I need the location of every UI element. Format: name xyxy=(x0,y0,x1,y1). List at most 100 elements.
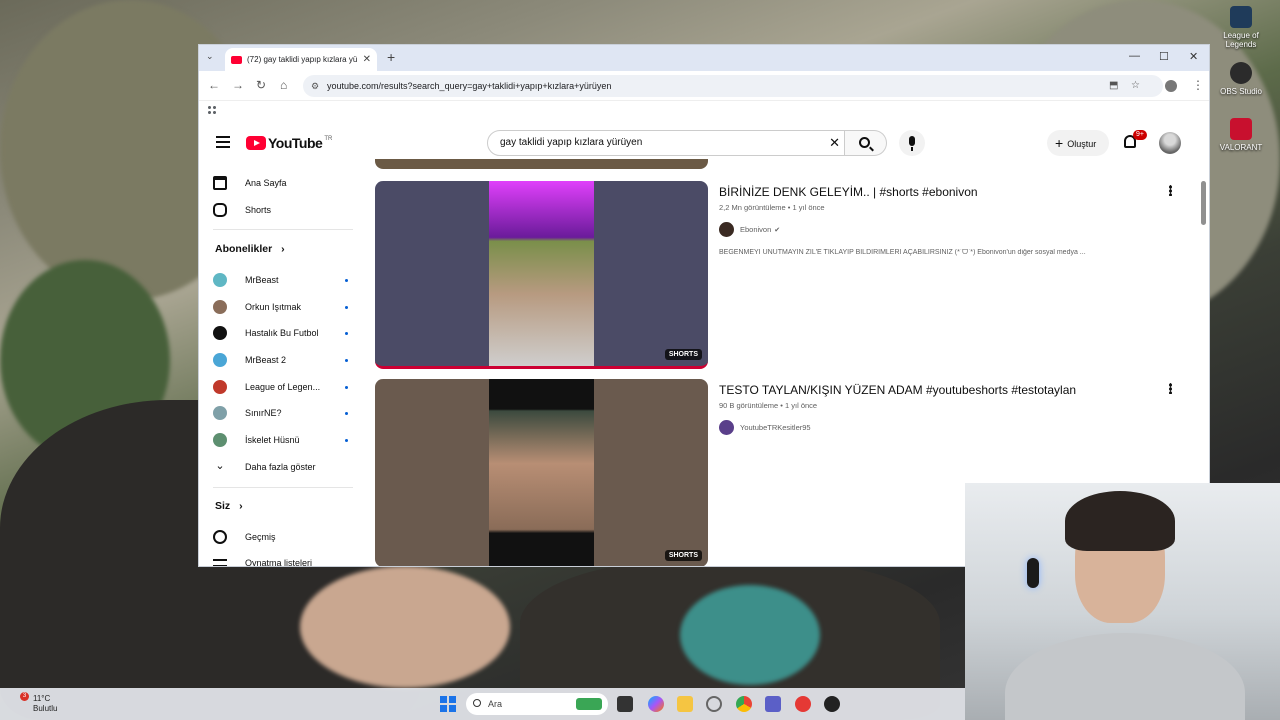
windows-taskbar: 3 11°C Bulutlu Ara xyxy=(0,688,965,720)
home-button[interactable]: ⌂ xyxy=(280,78,287,92)
desktop-icon-obs-studio[interactable]: OBS Studio xyxy=(1218,62,1264,96)
channel-link[interactable]: YoutubeTRKesitler95 xyxy=(719,420,811,435)
video-title[interactable]: BİRİNİZE DENK GELEYİM.. | #shorts #eboni… xyxy=(719,185,978,199)
youtube-favicon-icon xyxy=(231,55,242,64)
start-button-windows-icon[interactable] xyxy=(440,696,456,712)
desktop-icon-league-of-legends[interactable]: League of Legends xyxy=(1218,6,1264,49)
file-explorer-icon[interactable] xyxy=(677,696,693,712)
sidebar-item-label: İskelet Hüsnü xyxy=(245,435,300,445)
obs-taskbar-icon[interactable] xyxy=(824,696,840,712)
you-heading[interactable]: Siz › xyxy=(215,500,243,512)
chrome-icon[interactable] xyxy=(736,696,752,712)
sidebar-subscription-sinirne[interactable]: SınırNE? xyxy=(213,403,348,423)
search-highlight-icon xyxy=(576,698,602,710)
sidebar-item-label: Shorts xyxy=(245,205,272,215)
sidebar-item-history[interactable]: Geçmiş xyxy=(213,527,348,547)
close-tab-icon[interactable]: ✕ xyxy=(363,54,371,65)
webcam-person-shirt xyxy=(1005,633,1245,720)
channel-link[interactable]: Ebonivon ✔ xyxy=(719,222,780,237)
loading-app-icon[interactable] xyxy=(706,696,722,712)
voice-search-mic-icon[interactable] xyxy=(899,130,925,156)
apps-grid-icon[interactable] xyxy=(207,105,217,115)
video-description: BEĞENMEYİ UNUTMAYIN ZİL'E TIKLAYIP BİLDİ… xyxy=(719,249,1086,256)
search-input[interactable]: gay taklidi yapıp kızlara yürüyen ✕ xyxy=(487,130,845,156)
forward-button[interactable]: → xyxy=(232,78,244,92)
site-info-icon[interactable]: ⚙ xyxy=(311,75,319,97)
webcam-overlay xyxy=(965,483,1280,720)
headset-icon xyxy=(1027,558,1039,588)
tab-search-chevron-icon[interactable]: ⌄ xyxy=(206,51,214,62)
thumbnail-image xyxy=(489,181,594,366)
chevron-down-icon: ⌄ xyxy=(215,460,225,472)
desktop-icon-valorant[interactable]: VALORANT xyxy=(1218,118,1264,152)
sidebar-subscription-hastalik[interactable]: Hastalık Bu Futbol xyxy=(213,323,348,343)
shorts-badge: SHORTS xyxy=(664,349,702,360)
search-button[interactable] xyxy=(845,130,887,156)
sidebar-subscription-mrbeast2[interactable]: MrBeast 2 xyxy=(213,350,348,370)
channel-name: Ebonivon xyxy=(740,225,772,234)
menu-icon[interactable] xyxy=(216,136,230,148)
desktop-icon-label: VALORANT xyxy=(1219,143,1263,152)
sidebar-subscription-mrbeast[interactable]: MrBeast xyxy=(213,270,348,290)
clear-search-icon[interactable]: ✕ xyxy=(829,131,840,155)
search-icon xyxy=(473,699,481,707)
youtube-play-icon xyxy=(246,136,266,150)
close-window-button[interactable]: ✕ xyxy=(1189,50,1198,63)
video-meta: 90 B görüntüleme • 1 yıl önce xyxy=(719,401,818,410)
sidebar-item-playlists[interactable]: Oynatma listeleri xyxy=(213,553,348,566)
app-icon-red[interactable] xyxy=(795,696,811,712)
maximize-button[interactable]: ☐ xyxy=(1159,50,1169,63)
channel-avatar xyxy=(213,326,227,340)
browser-tab-youtube[interactable]: (72) gay taklidi yapıp kızlara yü ✕ xyxy=(225,48,377,71)
video-thumbnail[interactable]: SHORTS xyxy=(375,379,708,566)
copilot-icon[interactable] xyxy=(648,696,664,712)
channel-avatar xyxy=(213,300,227,314)
bookmark-star-icon[interactable]: ☆ xyxy=(1131,75,1140,97)
task-view-icon[interactable] xyxy=(617,696,633,712)
sidebar-subscription-orkun[interactable]: Orkun Işıtmak xyxy=(213,297,348,317)
valorant-icon xyxy=(1230,118,1252,140)
address-url: youtube.com/results?search_query=gay+tak… xyxy=(327,81,612,91)
video-meta: 2,2 Mn görüntüleme • 1 yıl önce xyxy=(719,203,825,212)
tab-title: (72) gay taklidi yapıp kızlara yü xyxy=(247,55,358,64)
new-tab-button[interactable]: + xyxy=(387,49,395,65)
sidebar-show-more[interactable]: ⌄ Daha fazla göster xyxy=(213,457,348,477)
profile-avatar[interactable] xyxy=(1165,80,1177,92)
sidebar-item-home[interactable]: Ana Sayfa xyxy=(213,173,348,193)
back-button[interactable]: ← xyxy=(208,78,220,92)
channel-avatar xyxy=(719,222,734,237)
verified-check-icon: ✔ xyxy=(774,226,781,234)
sidebar-item-label: Ana Sayfa xyxy=(245,178,287,188)
more-options-icon[interactable] xyxy=(1169,185,1172,196)
shorts-badge: SHORTS xyxy=(664,550,702,561)
new-content-dot xyxy=(345,331,348,335)
more-options-icon[interactable] xyxy=(1169,383,1172,394)
sidebar-subscription-iskelet[interactable]: İskelet Hüsnü xyxy=(213,430,348,450)
notifications-badge: 9+ xyxy=(1133,130,1147,140)
taskbar-search[interactable]: Ara xyxy=(466,693,608,715)
address-bar[interactable]: ⚙ youtube.com/results?search_query=gay+t… xyxy=(303,75,1163,97)
reload-button[interactable]: ↻ xyxy=(256,78,266,92)
sidebar-item-shorts[interactable]: Shorts xyxy=(213,200,348,220)
home-icon xyxy=(213,176,227,190)
youtube-logo[interactable]: YouTube TR xyxy=(246,135,332,151)
subscriptions-heading[interactable]: Abonelikler › xyxy=(215,243,285,255)
previous-result-thumbnail-edge xyxy=(375,159,708,169)
region-code: TR xyxy=(324,135,333,142)
video-title[interactable]: TESTO TAYLAN/KIŞIN YÜZEN ADAM #youtubesh… xyxy=(719,383,1076,397)
video-thumbnail[interactable]: SHORTS xyxy=(375,181,708,369)
account-avatar[interactable] xyxy=(1159,132,1181,154)
weather-widget[interactable]: 3 11°C Bulutlu xyxy=(14,692,57,714)
search-query: gay taklidi yapıp kızlara yürüyen xyxy=(500,137,643,148)
minimize-button[interactable]: — xyxy=(1129,50,1140,62)
page-scrollbar[interactable] xyxy=(1201,181,1206,225)
sidebar-item-label: MrBeast 2 xyxy=(245,355,287,365)
teams-icon[interactable] xyxy=(765,696,781,712)
channel-avatar xyxy=(213,273,227,287)
create-button[interactable]: + Oluştur xyxy=(1047,130,1109,156)
install-app-icon[interactable]: ⬒ xyxy=(1109,75,1118,97)
browser-menu-icon[interactable]: ⋮ xyxy=(1192,78,1204,92)
logo-text: YouTube xyxy=(268,135,323,151)
sidebar-divider xyxy=(213,487,353,488)
sidebar-subscription-league[interactable]: League of Legen... xyxy=(213,377,348,397)
